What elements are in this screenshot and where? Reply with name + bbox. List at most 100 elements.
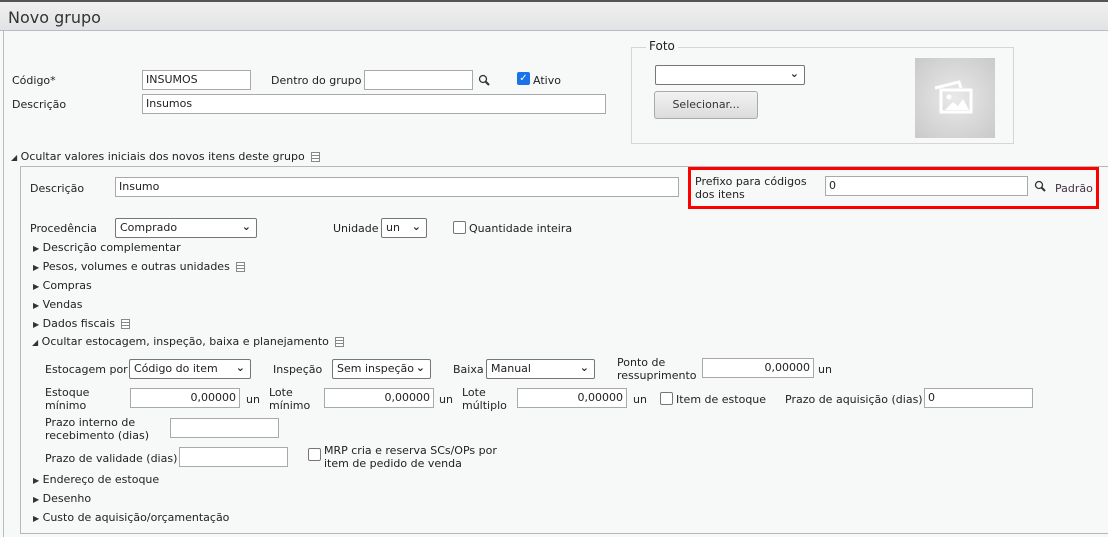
estocagem-value: Código do item bbox=[134, 362, 218, 375]
lote-multiplo-input[interactable]: 0,00000 bbox=[517, 388, 627, 408]
section-label: Vendas bbox=[42, 298, 83, 311]
unidade-select[interactable]: un ⌄ bbox=[381, 218, 427, 238]
notes-icon[interactable] bbox=[334, 337, 344, 347]
descricao-input[interactable]: Insumos bbox=[142, 94, 606, 114]
expand-triangle-icon: ▶ bbox=[33, 282, 40, 291]
lote-multiplo-label: Lote múltiplo bbox=[462, 386, 507, 412]
ocultar-estocagem-toggle[interactable]: ◢ Ocultar estocagem, inspeção, baixa e p… bbox=[32, 335, 344, 349]
chevron-down-icon: ⌄ bbox=[415, 361, 425, 374]
search-icon[interactable] bbox=[478, 74, 490, 86]
label-line: Estoque bbox=[45, 386, 90, 399]
section-label: Pesos, volumes e outras unidades bbox=[42, 260, 230, 273]
prefixo-label: Prefixo para códigos dos itens bbox=[695, 175, 807, 201]
foto-legend: Foto bbox=[646, 40, 678, 53]
section-label: Custo de aquisição/orçamentação bbox=[42, 511, 230, 524]
chevron-down-icon: ⌄ bbox=[241, 220, 251, 233]
label-line: MRP cria e reserva SCs/OPs por bbox=[324, 444, 497, 457]
section-vendas[interactable]: ▶ Vendas bbox=[33, 298, 83, 312]
section-label: Compras bbox=[42, 279, 92, 292]
expand-triangle-icon: ▶ bbox=[33, 263, 40, 272]
section-label: Ocultar estocagem, inspeção, baixa e pla… bbox=[41, 335, 329, 348]
section-custo-aquisicao[interactable]: ▶ Custo de aquisição/orçamentação bbox=[33, 511, 229, 525]
lote-minimo-input[interactable]: 0,00000 bbox=[324, 388, 434, 408]
baixa-value: Manual bbox=[491, 362, 531, 375]
section-label: Endereço de estoque bbox=[42, 473, 160, 486]
mrp-label: MRP cria e reserva SCs/OPs por item de pe… bbox=[324, 444, 497, 470]
unit-label: un bbox=[818, 363, 832, 376]
chevron-down-icon: ⌄ bbox=[579, 361, 589, 374]
inspecao-value: Sem inspeção bbox=[337, 362, 414, 375]
prazo-interno-input[interactable] bbox=[170, 418, 279, 438]
ativo-checkbox[interactable]: ✓ bbox=[517, 72, 530, 85]
prefixo-label-line2: dos itens bbox=[695, 188, 745, 201]
section-label: Descrição complementar bbox=[42, 241, 181, 254]
selecionar-button[interactable]: Selecionar... bbox=[654, 91, 758, 119]
notes-icon[interactable] bbox=[235, 262, 245, 272]
procedencia-value: Comprado bbox=[120, 221, 178, 234]
label-line: múltiplo bbox=[462, 399, 507, 412]
notes-icon[interactable] bbox=[310, 152, 320, 162]
expand-triangle-icon: ▶ bbox=[33, 301, 40, 310]
section-descricao-complementar[interactable]: ▶ Descrição complementar bbox=[33, 241, 181, 255]
prazo-aquisicao-input[interactable]: 0 bbox=[924, 388, 1033, 408]
codigo-input[interactable]: INSUMOS bbox=[142, 70, 251, 90]
notes-icon[interactable] bbox=[121, 319, 131, 329]
section-endereco-estoque[interactable]: ▶ Endereço de estoque bbox=[33, 473, 159, 487]
expand-triangle-icon: ▶ bbox=[33, 244, 40, 253]
baixa-select[interactable]: Manual ⌄ bbox=[486, 359, 595, 379]
section-dados-fiscais[interactable]: ▶ Dados fiscais bbox=[33, 317, 131, 331]
chevron-down-icon: ⌄ bbox=[789, 67, 799, 80]
unidade-label: Unidade bbox=[333, 222, 379, 235]
label-line: item de pedido de venda bbox=[324, 457, 462, 470]
expand-triangle-icon: ▶ bbox=[33, 476, 40, 485]
label-line: ressuprimento bbox=[617, 369, 697, 382]
inspecao-label: Inspeção bbox=[273, 363, 323, 376]
unidade-value: un bbox=[386, 221, 400, 234]
photo-placeholder bbox=[915, 58, 995, 138]
section-pesos-volumes[interactable]: ▶ Pesos, volumes e outras unidades bbox=[33, 260, 245, 274]
quantidade-inteira-label: Quantidade inteira bbox=[469, 222, 573, 235]
ocultar-valores-toggle[interactable]: ◢ Ocultar valores iniciais dos novos ite… bbox=[11, 150, 320, 164]
label-line: Lote bbox=[269, 386, 293, 399]
page-title: Novo grupo bbox=[8, 8, 101, 27]
prazo-aquisicao-label: Prazo de aquisição (dias) bbox=[785, 393, 923, 406]
padrao-link[interactable]: Padrão bbox=[1055, 182, 1093, 195]
unit-label: un bbox=[246, 393, 260, 406]
baixa-label: Baixa bbox=[453, 363, 484, 376]
prefixo-input[interactable]: 0 bbox=[825, 176, 1028, 196]
ponto-ressuprimento-input[interactable]: 0,00000 bbox=[702, 358, 814, 378]
section-compras[interactable]: ▶ Compras bbox=[33, 279, 92, 293]
label-line: recebimento (dias) bbox=[45, 429, 149, 442]
prefixo-label-line1: Prefixo para códigos bbox=[695, 175, 807, 188]
estocagem-select[interactable]: Código do item ⌄ bbox=[129, 359, 251, 379]
item-descricao-input[interactable]: Insumo bbox=[115, 177, 679, 197]
unit-label: un bbox=[633, 393, 647, 406]
label-line: Lote bbox=[462, 386, 486, 399]
lote-minimo-label: Lote mínimo bbox=[269, 386, 310, 412]
ocultar-valores-label: Ocultar valores iniciais dos novos itens… bbox=[20, 150, 305, 163]
chevron-down-icon: ⌄ bbox=[235, 361, 245, 374]
dentro-do-grupo-input[interactable] bbox=[364, 70, 473, 90]
section-label: Dados fiscais bbox=[42, 317, 116, 330]
label-line: mínimo bbox=[45, 399, 87, 412]
section-desenho[interactable]: ▶ Desenho bbox=[33, 492, 91, 506]
foto-select[interactable]: ⌄ bbox=[655, 65, 805, 85]
codigo-label: Código* bbox=[12, 74, 56, 87]
title-bar: Novo grupo bbox=[0, 0, 1108, 31]
estoque-minimo-input[interactable]: 0,00000 bbox=[130, 388, 240, 408]
search-icon[interactable] bbox=[1034, 180, 1046, 192]
label-line: Prazo interno de bbox=[45, 416, 136, 429]
chevron-down-icon: ⌄ bbox=[411, 220, 421, 233]
procedencia-label: Procedência bbox=[30, 222, 97, 235]
item-estoque-checkbox[interactable] bbox=[660, 392, 673, 405]
section-label: Desenho bbox=[42, 492, 92, 505]
label-line: mínimo bbox=[269, 399, 311, 412]
prazo-validade-input[interactable] bbox=[179, 447, 288, 467]
inspecao-select[interactable]: Sem inspeção ⌄ bbox=[332, 359, 431, 379]
quantidade-inteira-checkbox[interactable] bbox=[453, 221, 466, 234]
ativo-label: Ativo bbox=[533, 74, 561, 87]
collapse-triangle-icon: ◢ bbox=[11, 153, 18, 162]
procedencia-select[interactable]: Comprado ⌄ bbox=[115, 218, 257, 238]
expand-triangle-icon: ▶ bbox=[33, 320, 40, 329]
mrp-checkbox[interactable] bbox=[308, 448, 321, 461]
